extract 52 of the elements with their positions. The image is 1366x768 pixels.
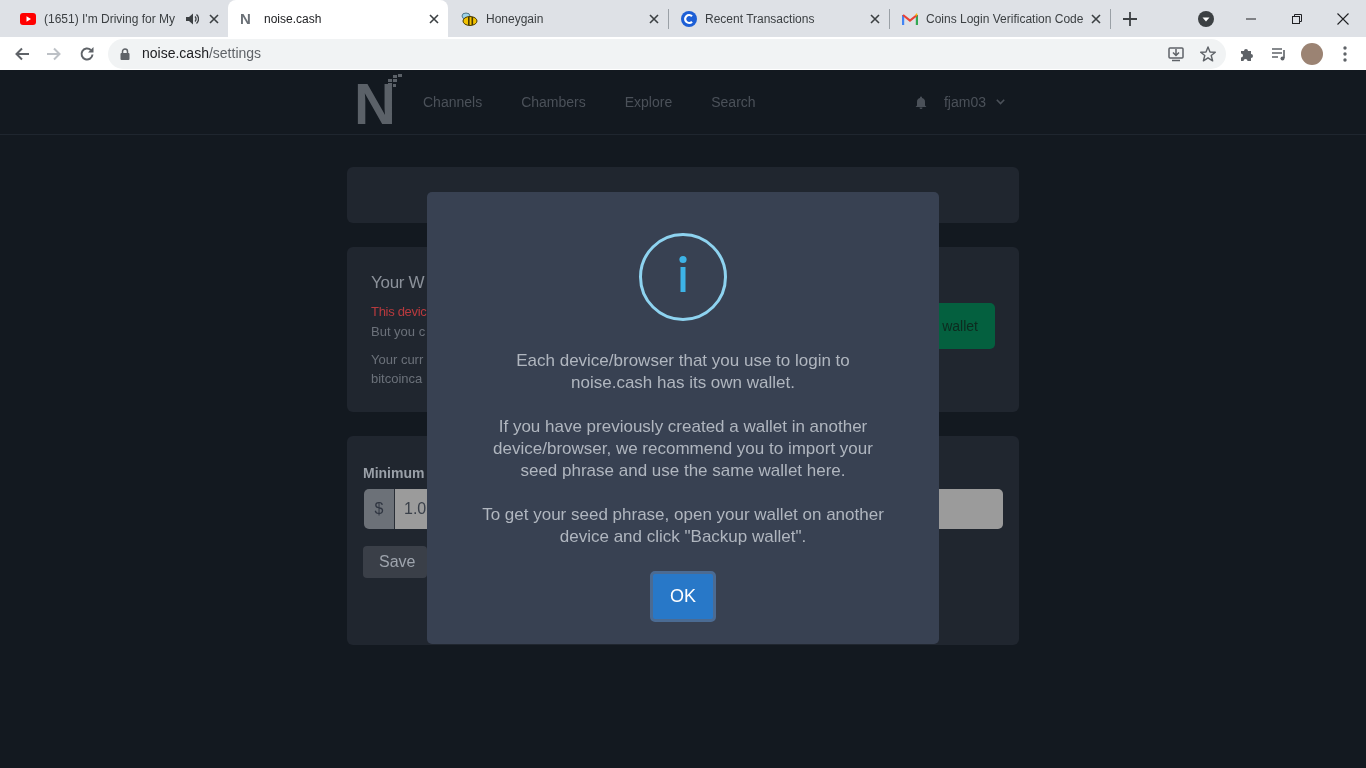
warning-text: This devic	[371, 303, 427, 321]
browser-tab[interactable]: (1651) I'm Driving for My	[8, 0, 228, 37]
field-label: Minimum	[363, 464, 425, 483]
ok-button[interactable]: OK	[650, 571, 716, 622]
dialog-message: If you have previously created a wallet in another device/browser, we recommend you to import your seed phrase and use the same wallet here.	[493, 416, 873, 482]
currency-label: $	[364, 489, 394, 529]
chevron-down-icon	[996, 99, 1005, 105]
note-text: But you c	[371, 323, 426, 341]
dialog-message: To get your seed phrase, open your wallet on another device and click "Backup wallet".	[482, 504, 884, 548]
plus-icon[interactable]	[1123, 11, 1137, 26]
dropdown-icon[interactable]	[1198, 10, 1214, 27]
favicon-letter: N	[240, 10, 252, 27]
info-text: Your curr	[371, 351, 424, 369]
star-icon[interactable]	[1200, 45, 1216, 62]
avatar[interactable]	[1301, 42, 1323, 65]
logo-letter: N	[354, 82, 394, 126]
browser-tab[interactable]: Honeygain	[448, 0, 668, 37]
bee-icon	[460, 11, 478, 26]
restore-icon[interactable]	[1292, 13, 1302, 24]
address-bar[interactable]: noise.cash/settings	[108, 38, 1226, 69]
nav-link[interactable]: Chambers	[521, 91, 586, 113]
close-icon[interactable]	[1337, 12, 1349, 25]
amount-input[interactable]	[939, 489, 1003, 529]
close-icon[interactable]	[209, 13, 219, 24]
nav-link[interactable]: Channels	[423, 91, 483, 113]
play-icon	[20, 12, 36, 25]
save-button[interactable]: Save	[363, 546, 427, 578]
browser-tab[interactable]: Recent Transactions	[669, 0, 889, 37]
mail-icon	[902, 12, 918, 25]
amount-input[interactable]: 1.0	[394, 489, 427, 529]
url-text: noise.cash/settings	[142, 44, 262, 63]
browser-tab[interactable]: Coins Login Verification Code	[890, 0, 1110, 37]
coin-icon	[681, 10, 697, 27]
close-icon[interactable]	[1091, 13, 1101, 24]
speaker-icon[interactable]	[186, 12, 199, 25]
install-icon[interactable]	[1168, 45, 1184, 62]
back-arrow-icon[interactable]	[14, 45, 30, 62]
playlist-icon[interactable]	[1271, 45, 1287, 62]
nav-link[interactable]: Search	[711, 91, 756, 113]
close-icon[interactable]	[429, 13, 439, 24]
dialog-message: Each device/browser that you use to login to noise.cash has its own wallet.	[516, 350, 850, 394]
menu-icon[interactable]	[1343, 45, 1347, 62]
reload-icon[interactable]	[79, 45, 95, 62]
card-title: Your W	[371, 272, 425, 294]
nav-link[interactable]: Explore	[624, 91, 673, 113]
browser-tab[interactable]: N noise.cash	[228, 0, 448, 37]
lock-icon	[120, 47, 130, 60]
info-text: bitcoinca	[371, 370, 423, 388]
close-icon[interactable]	[649, 13, 659, 24]
close-icon[interactable]	[870, 13, 880, 24]
info-icon	[639, 233, 727, 321]
user-menu[interactable]: fjam03	[943, 91, 1005, 113]
